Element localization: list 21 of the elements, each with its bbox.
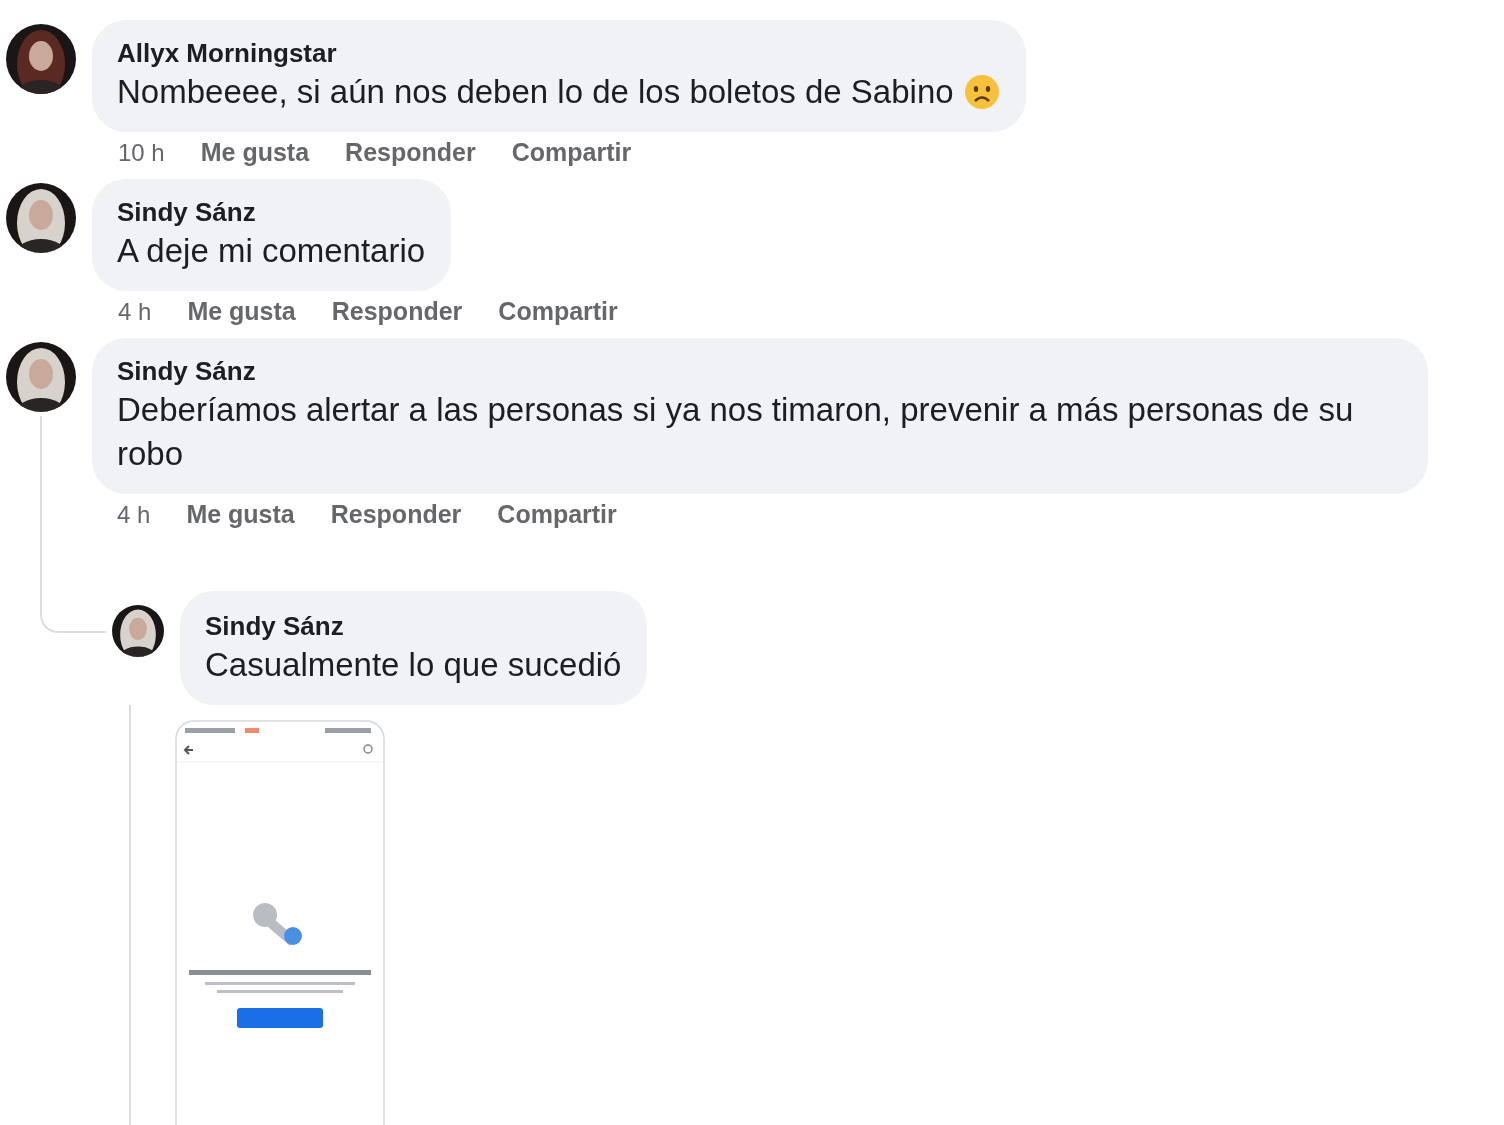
action-link[interactable]: Compartir bbox=[511, 138, 632, 167]
timestamp[interactable]: 10 h bbox=[118, 138, 165, 167]
action-link[interactable]: Responder bbox=[345, 138, 476, 167]
author-name[interactable]: Sindy Sánz bbox=[117, 195, 426, 229]
author-name[interactable]: Sindy Sánz bbox=[117, 354, 1402, 388]
timestamp[interactable]: 4 h bbox=[118, 297, 152, 326]
action-link[interactable]: Responder bbox=[331, 297, 463, 326]
action-link[interactable]: Me gusta bbox=[186, 500, 295, 529]
sad-face-icon bbox=[963, 74, 1000, 110]
comment-text: Deberíamos alertar a las personas si ya nos timaron, prevenir a más personas de su robo bbox=[117, 390, 1355, 474]
comment-text: A deje mi comentario bbox=[117, 231, 426, 271]
action-link[interactable]: Compartir bbox=[497, 500, 617, 529]
timestamp[interactable]: 4 h bbox=[117, 500, 151, 529]
action-link[interactable]: Responder bbox=[330, 500, 462, 529]
comment-text: Nombeeee, si aún nos deben lo de los boletos de Sabino bbox=[117, 72, 954, 112]
comment-text: Casualmente lo que sucedió bbox=[205, 645, 622, 685]
author-name[interactable]: Sindy Sánz bbox=[205, 609, 622, 643]
author-name[interactable]: Allyx Morningstar bbox=[117, 36, 1000, 70]
action-link[interactable]: Compartir bbox=[498, 297, 618, 326]
action-link[interactable]: Me gusta bbox=[187, 297, 296, 326]
action-link[interactable]: Me gusta bbox=[200, 138, 310, 167]
